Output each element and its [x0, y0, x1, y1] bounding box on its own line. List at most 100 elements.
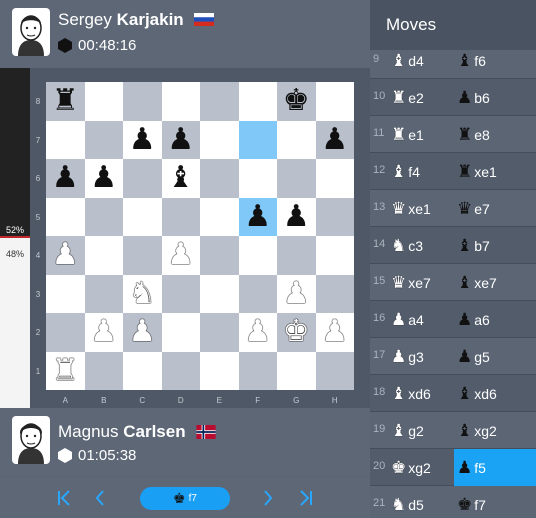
black-move[interactable]: ♟ a6 [454, 301, 536, 338]
white-move[interactable]: ♛ xe1 [388, 190, 452, 227]
black-move[interactable]: ♟ f5 [454, 449, 536, 486]
current-move-button[interactable]: ♚ f7 [140, 487, 230, 510]
white-rook-icon[interactable]: ♜ [52, 355, 79, 386]
white-pawn-icon[interactable]: ♟ [90, 317, 117, 347]
white-move[interactable]: ♛ xe7 [388, 264, 452, 301]
white-pawn-icon[interactable]: ♟ [129, 317, 156, 347]
white-move[interactable]: ♜ e2 [388, 79, 452, 116]
square-b8[interactable] [84, 82, 123, 121]
black-pawn-icon[interactable]: ♟ [283, 201, 310, 232]
black-move[interactable]: ♚ f7 [454, 486, 536, 518]
square-d2[interactable] [161, 313, 200, 352]
black-move[interactable]: ♝ xe7 [454, 264, 536, 301]
square-a8[interactable]: ♜ [46, 82, 85, 121]
square-d4[interactable]: ♟ [161, 236, 200, 275]
black-pawn-icon[interactable]: ♟ [167, 124, 194, 155]
square-g1[interactable] [277, 351, 316, 390]
square-b3[interactable] [84, 274, 123, 313]
white-move[interactable]: ♞ d5 [388, 486, 452, 518]
black-move[interactable]: ♝ xg2 [454, 412, 536, 449]
square-c5[interactable] [123, 197, 162, 236]
square-d3[interactable] [161, 274, 200, 313]
square-a2[interactable] [46, 313, 85, 352]
square-h1[interactable] [315, 351, 354, 390]
square-c7[interactable]: ♟ [123, 120, 162, 159]
black-move[interactable]: ♝ xd6 [454, 375, 536, 412]
chess-board[interactable]: ♜ ♚ ♟ ♟ ♟ ♟ ♟ ♝ ♟ ♟ ♟ ♟ ♞ ♟ ♟ ♟ ♟ ♚ ♟ ♜ [46, 82, 354, 390]
square-a7[interactable] [46, 120, 85, 159]
square-d1[interactable] [161, 351, 200, 390]
black-move[interactable]: ♟ g5 [454, 338, 536, 375]
white-move[interactable]: ♟ g3 [388, 338, 452, 375]
square-c4[interactable] [123, 236, 162, 275]
square-a3[interactable] [46, 274, 85, 313]
square-e6[interactable] [200, 159, 239, 198]
square-a5[interactable] [46, 197, 85, 236]
black-move[interactable]: ♜ xe1 [454, 153, 536, 190]
white-pawn-icon[interactable]: ♟ [321, 317, 348, 347]
square-g5[interactable]: ♟ [277, 197, 316, 236]
square-f4[interactable] [238, 236, 277, 275]
black-pawn-icon[interactable]: ♟ [52, 163, 79, 193]
square-e3[interactable] [200, 274, 239, 313]
black-rook-icon[interactable]: ♜ [52, 86, 79, 116]
square-b5[interactable] [84, 197, 123, 236]
square-a4[interactable]: ♟ [46, 236, 85, 275]
square-e7[interactable] [200, 120, 239, 159]
white-pawn-icon[interactable]: ♟ [283, 278, 310, 309]
square-a6[interactable]: ♟ [46, 159, 85, 198]
white-knight-icon[interactable]: ♞ [129, 278, 156, 309]
square-h8[interactable] [315, 82, 354, 121]
square-c6[interactable] [123, 159, 162, 198]
black-pawn-icon[interactable]: ♟ [90, 163, 117, 193]
square-c1[interactable] [123, 351, 162, 390]
square-c2[interactable]: ♟ [123, 313, 162, 352]
first-move-icon[interactable] [52, 486, 76, 510]
square-b4[interactable] [84, 236, 123, 275]
white-move[interactable]: ♚ xg2 [388, 449, 452, 486]
next-move-icon[interactable] [256, 486, 280, 510]
white-move[interactable]: ♞ c3 [388, 227, 452, 264]
square-f3[interactable] [238, 274, 277, 313]
square-d5[interactable] [161, 197, 200, 236]
prev-move-icon[interactable] [88, 486, 112, 510]
white-move[interactable]: ♝ f4 [388, 153, 452, 190]
black-pawn-icon[interactable]: ♟ [129, 124, 156, 155]
square-e1[interactable] [200, 351, 239, 390]
last-move-icon[interactable] [294, 486, 318, 510]
square-e2[interactable] [200, 313, 239, 352]
square-h7[interactable]: ♟ [315, 120, 354, 159]
square-f8[interactable] [238, 82, 277, 121]
black-bishop-icon[interactable]: ♝ [167, 163, 194, 193]
square-d7[interactable]: ♟ [161, 120, 200, 159]
square-e5[interactable] [200, 197, 239, 236]
black-pawn-icon[interactable]: ♟ [321, 124, 348, 155]
square-c8[interactable] [123, 82, 162, 121]
square-b6[interactable]: ♟ [84, 159, 123, 198]
square-g2[interactable]: ♚ [277, 313, 316, 352]
square-h4[interactable] [315, 236, 354, 275]
black-move[interactable]: ♟ b6 [454, 79, 536, 116]
black-move[interactable]: ♝ b7 [454, 227, 536, 264]
square-c3[interactable]: ♞ [123, 274, 162, 313]
white-move[interactable]: ♝ xd6 [388, 375, 452, 412]
square-b1[interactable] [84, 351, 123, 390]
square-h5[interactable] [315, 197, 354, 236]
white-king-icon[interactable]: ♚ [283, 317, 310, 347]
square-f5[interactable]: ♟ [238, 197, 277, 236]
black-move[interactable]: ♛ e7 [454, 190, 536, 227]
black-pawn-icon[interactable]: ♟ [244, 201, 271, 232]
square-e4[interactable] [200, 236, 239, 275]
square-g6[interactable] [277, 159, 316, 198]
black-move[interactable]: ♜ e8 [454, 116, 536, 153]
square-a1[interactable]: ♜ [46, 351, 85, 390]
white-pawn-icon[interactable]: ♟ [244, 317, 271, 347]
square-h3[interactable] [315, 274, 354, 313]
white-pawn-icon[interactable]: ♟ [52, 240, 79, 270]
square-g7[interactable] [277, 120, 316, 159]
white-move[interactable]: ♜ e1 [388, 116, 452, 153]
square-g8[interactable]: ♚ [277, 82, 316, 121]
square-f6[interactable] [238, 159, 277, 198]
square-f1[interactable] [238, 351, 277, 390]
square-g3[interactable]: ♟ [277, 274, 316, 313]
